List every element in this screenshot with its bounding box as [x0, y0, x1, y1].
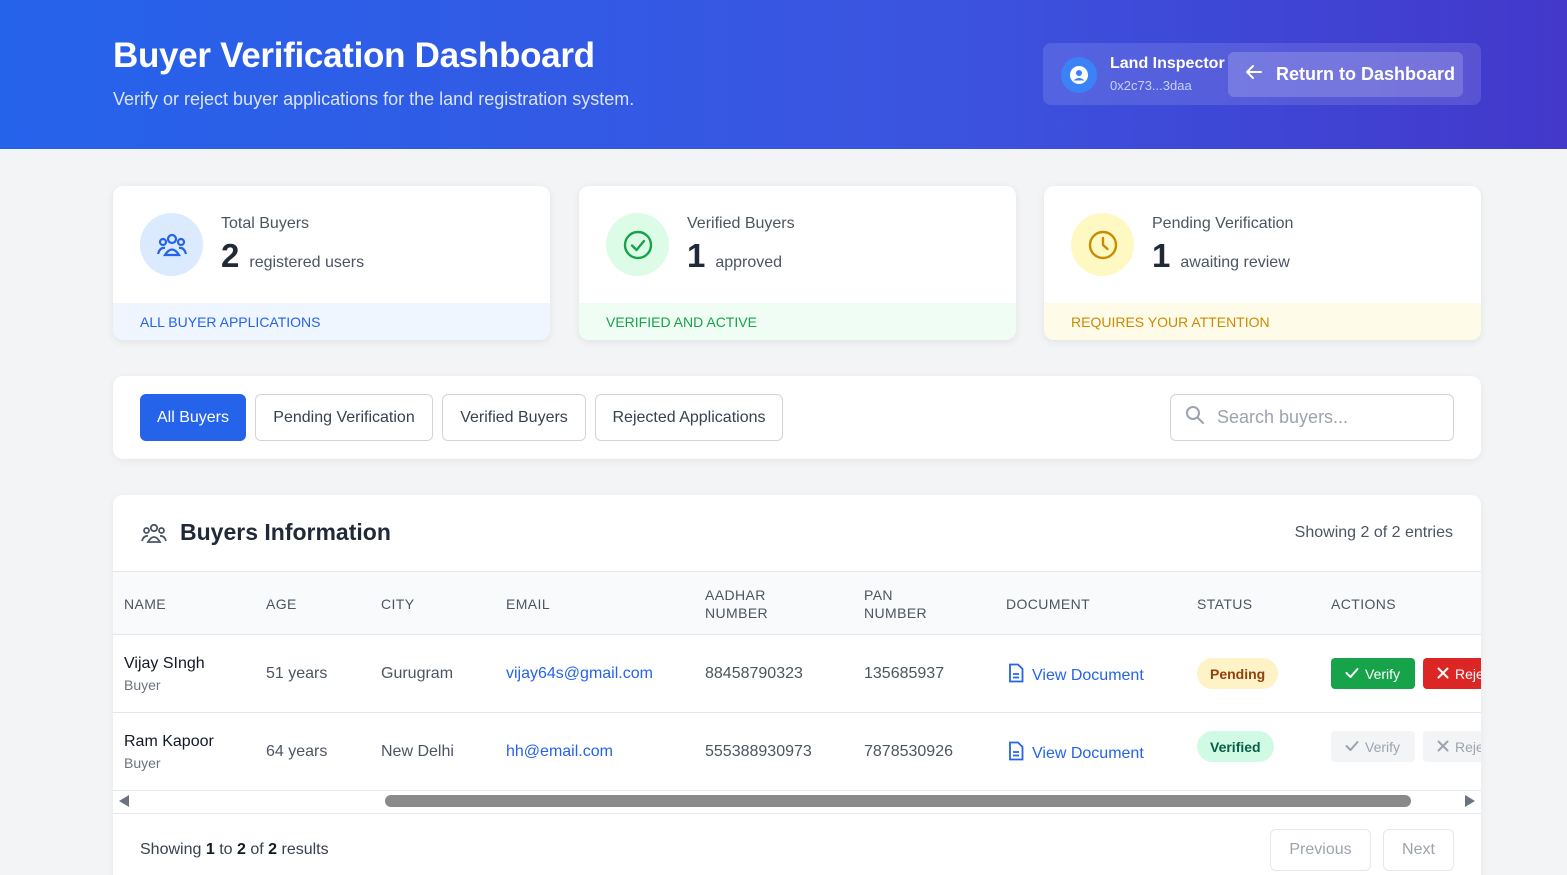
buyer-pan: 7878530926: [864, 743, 953, 760]
col-age: AGE: [266, 596, 297, 612]
stat-footer: ALL BUYER APPLICATIONS: [113, 303, 550, 340]
tab-pending-verification[interactable]: Pending Verification: [255, 394, 433, 441]
search-input[interactable]: [1217, 407, 1437, 428]
reject-button[interactable]: Reject: [1423, 731, 1481, 762]
col-aadhar: AADHAR NUMBER: [705, 587, 769, 621]
verify-button[interactable]: Verify: [1331, 658, 1415, 689]
close-icon: [1437, 666, 1449, 682]
tab-verified-buyers[interactable]: Verified Buyers: [442, 394, 586, 441]
col-email: EMAIL: [506, 596, 551, 612]
stat-value: 1: [687, 237, 706, 274]
search-box: [1170, 394, 1454, 441]
users-icon: [140, 213, 203, 276]
search-icon: [1185, 405, 1205, 430]
stat-unit: registered users: [249, 254, 365, 271]
scroll-left-arrow-icon[interactable]: [119, 795, 129, 807]
buyer-city: Gurugram: [381, 665, 454, 682]
user-address: 0x2c73...3daa: [1110, 78, 1192, 93]
tab-rejected-applications[interactable]: Rejected Applications: [595, 394, 783, 441]
stat-card-pending: Pending Verification 1 awaiting review R…: [1044, 186, 1481, 340]
document-icon: [1008, 663, 1024, 688]
scrollbar-thumb[interactable]: [385, 795, 1411, 807]
tab-all-buyers[interactable]: All Buyers: [140, 394, 246, 441]
filter-bar: All Buyers Pending Verification Verified…: [113, 376, 1481, 459]
buyer-role: Buyer: [124, 677, 161, 693]
page-title: Buyer Verification Dashboard: [113, 36, 595, 75]
next-button[interactable]: Next: [1383, 829, 1454, 871]
entries-count: Showing 2 of 2 entries: [1294, 524, 1453, 541]
table-footer: Showing 1 to 2 of 2 results Previous Nex…: [113, 813, 1481, 875]
buyer-role: Buyer: [124, 755, 161, 771]
col-status: STATUS: [1197, 596, 1253, 612]
results-summary: Showing 1 to 2 of 2 results: [140, 841, 329, 858]
reject-button[interactable]: Reject: [1423, 658, 1481, 689]
buyer-age: 64 years: [266, 743, 328, 760]
stat-card-total: Total Buyers 2 registered users ALL BUYE…: [113, 186, 550, 340]
col-document: DOCUMENT: [1006, 596, 1091, 612]
col-name: NAME: [124, 596, 167, 612]
view-document-link[interactable]: View Document: [1008, 741, 1144, 766]
buyers-table-card: Buyers Information Showing 2 of 2 entrie…: [113, 495, 1481, 875]
return-to-dashboard-button[interactable]: Return to Dashboard: [1228, 52, 1463, 97]
table-title: Buyers Information: [180, 519, 391, 545]
users-icon: [141, 522, 167, 549]
horizontal-scrollbar[interactable]: [113, 791, 1481, 811]
buyer-pan: 135685937: [864, 665, 945, 682]
previous-button[interactable]: Previous: [1270, 829, 1371, 871]
clock-icon: [1071, 213, 1134, 276]
buyer-aadhar: 555388930973: [705, 743, 812, 760]
buyer-city: New Delhi: [381, 743, 454, 760]
document-icon: [1008, 741, 1024, 766]
stat-label: Total Buyers: [221, 215, 310, 232]
check-icon: [1345, 666, 1359, 682]
col-actions: ACTIONS: [1331, 596, 1397, 612]
stat-label: Pending Verification: [1152, 215, 1294, 232]
user-avatar-icon: [1061, 57, 1097, 93]
stat-card-verified: Verified Buyers 1 approved VERIFIED AND …: [579, 186, 1016, 340]
view-document-link[interactable]: View Document: [1008, 663, 1144, 688]
return-label: Return to Dashboard: [1276, 64, 1456, 84]
buyer-email[interactable]: hh@email.com: [506, 743, 613, 761]
table-row: Ram Kapoor Buyer 64 years New Delhi hh@e…: [113, 713, 1481, 791]
document-label: View Document: [1032, 744, 1144, 762]
stat-value: 1: [1152, 237, 1171, 274]
table-row: Vijay SIngh Buyer 51 years Gurugram vija…: [113, 635, 1481, 713]
stat-footer: REQUIRES YOUR ATTENTION: [1044, 303, 1481, 340]
buyer-name: Ram Kapoor: [124, 733, 214, 750]
stat-unit: approved: [715, 254, 783, 271]
check-icon: [1345, 739, 1359, 755]
stat-label: Verified Buyers: [687, 215, 795, 232]
close-icon: [1437, 739, 1449, 755]
page-header: Buyer Verification Dashboard Verify or r…: [0, 0, 1567, 149]
check-circle-icon: [606, 213, 669, 276]
col-city: CITY: [381, 596, 415, 612]
status-badge: Verified: [1197, 731, 1274, 762]
buyer-aadhar: 88458790323: [705, 665, 803, 682]
col-pan: PAN NUMBER: [864, 587, 928, 621]
user-panel: Land Inspector 0x2c73...3daa Return to D…: [1043, 43, 1481, 105]
buyer-name: Vijay SIngh: [124, 655, 205, 672]
document-label: View Document: [1032, 666, 1144, 684]
scroll-right-arrow-icon[interactable]: [1465, 795, 1475, 807]
arrow-left-icon: [1244, 62, 1264, 87]
table-header: NAME AGE CITY EMAIL AADHAR NUMBER PAN NU…: [113, 571, 1481, 635]
verify-button[interactable]: Verify: [1331, 731, 1415, 762]
stat-value: 2: [221, 237, 240, 274]
status-badge: Pending: [1197, 658, 1279, 689]
page-subtitle: Verify or reject buyer applications for …: [113, 89, 635, 109]
user-role: Land Inspector: [1110, 55, 1225, 72]
buyer-age: 51 years: [266, 665, 328, 682]
stat-footer: VERIFIED AND ACTIVE: [579, 303, 1016, 340]
stat-unit: awaiting review: [1180, 254, 1290, 271]
buyer-email[interactable]: vijay64s@gmail.com: [506, 665, 653, 683]
